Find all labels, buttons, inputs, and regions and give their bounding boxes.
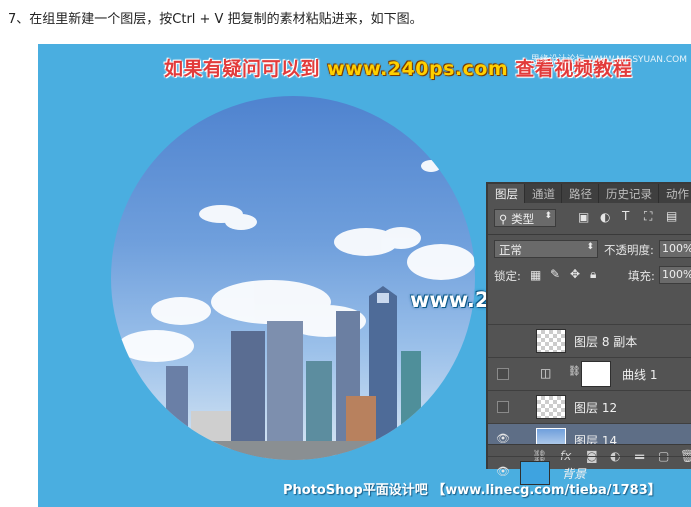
curves-adjustment-icon: ◫	[540, 366, 552, 380]
banner-prefix: 如果有疑问可以到	[164, 58, 321, 80]
layer-name: 曲线 1	[622, 368, 658, 382]
layer-row-background[interactable]: 👁︎ 背景	[488, 456, 691, 487]
circle-photo	[111, 96, 475, 460]
step-instruction: 7、在组里新建一个图层，按Ctrl + V 把复制的素材粘贴进来，如下图。	[8, 12, 423, 27]
search-icon: ⚲	[499, 212, 512, 226]
watermark-top: 思缘设计论坛 WWW.MISSYUAN.COM	[530, 55, 687, 65]
tab-paths[interactable]: 路径	[562, 184, 599, 203]
visibility-toggle[interactable]	[497, 401, 509, 413]
filter-kind-label: 类型	[511, 212, 535, 226]
photoshop-canvas: 如果有疑问可以到 www.240ps.com 查看视频教程 思缘设计论坛 WWW…	[38, 44, 691, 507]
opacity-label: 不透明度:	[604, 243, 654, 257]
banner-site: www.240ps.com	[327, 58, 509, 80]
image-filter-icon[interactable]: ▣	[578, 210, 589, 224]
fill-label: 填充:	[628, 269, 655, 283]
layer-thumbnail	[536, 329, 566, 353]
layer-mask-thumbnail	[581, 361, 611, 387]
blend-mode-dropdown[interactable]: 正常 ⬍	[494, 240, 598, 258]
lock-brush-icon[interactable]: ✎	[550, 267, 560, 281]
tab-channels[interactable]: 通道	[525, 184, 562, 203]
layer-name: 背景	[562, 467, 587, 481]
panel-tabs: 图层 通道 路径 历史记录 动作	[488, 184, 691, 203]
shape-filter-icon[interactable]: ⛶	[644, 209, 652, 224]
tab-history[interactable]: 历史记录	[599, 184, 659, 203]
fill-input[interactable]: 100%	[659, 266, 691, 284]
layer-name: 图层 8 副本	[574, 335, 638, 349]
lock-move-icon[interactable]: ✥	[570, 267, 580, 281]
chevron-down-icon: ⬍	[586, 242, 594, 252]
layers-panel: 图层 通道 路径 历史记录 动作 ⚲ 类型 ⬍ ▣ ◐ T ⛶ ▤ 正常 ⬍ 不透明…	[486, 182, 691, 485]
tab-actions[interactable]: 动作	[659, 184, 691, 203]
lock-all-icon[interactable]: 🔒︎	[590, 267, 596, 282]
visibility-toggle[interactable]	[497, 368, 509, 380]
eye-icon[interactable]: 👁︎	[496, 466, 510, 478]
opacity-input[interactable]: 100%	[659, 240, 691, 258]
lock-transparent-icon[interactable]: ▦	[530, 268, 541, 282]
skyline-illustration	[111, 160, 475, 460]
chevron-down-icon: ⬍	[544, 211, 552, 221]
divider	[488, 234, 691, 235]
layer-row-layer-12[interactable]: 图层 12	[488, 390, 691, 423]
adjustment-filter-icon[interactable]: ◐	[600, 210, 610, 224]
blend-mode-value: 正常	[499, 243, 522, 257]
layer-thumbnail	[520, 461, 550, 485]
filter-kind-dropdown[interactable]: ⚲ 类型 ⬍	[494, 209, 556, 227]
smart-object-filter-icon[interactable]: ▤	[666, 209, 677, 223]
layer-row-layer-8-copy[interactable]: 图层 8 副本	[488, 324, 691, 357]
lock-label: 锁定:	[494, 269, 521, 283]
tab-layers[interactable]: 图层	[488, 184, 525, 203]
layer-name: 图层 12	[574, 401, 618, 415]
layer-thumbnail	[536, 395, 566, 419]
link-icon[interactable]: ⛓	[568, 366, 581, 377]
type-filter-icon[interactable]: T	[622, 209, 629, 223]
layer-row-curves-1[interactable]: ◫ ⛓ 曲线 1	[488, 357, 691, 390]
